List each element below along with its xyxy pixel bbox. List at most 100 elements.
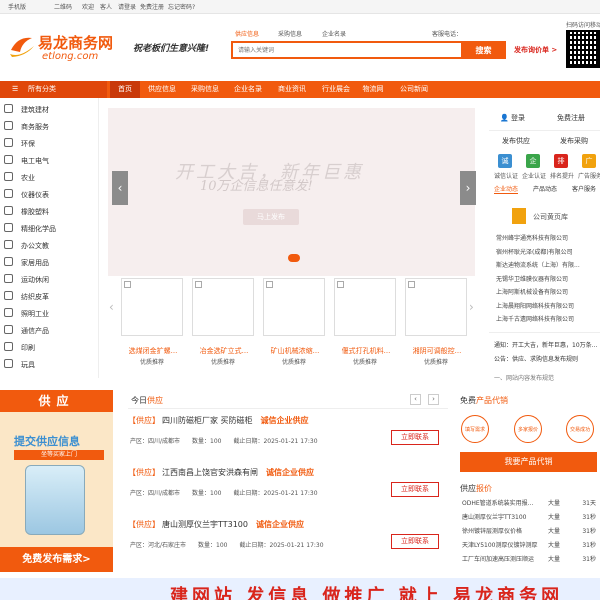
- right-register-button[interactable]: 免费注册: [557, 113, 585, 123]
- badge-icon[interactable]: 企: [526, 154, 540, 168]
- badge-label[interactable]: 排名提升: [550, 171, 574, 180]
- badge-icon[interactable]: 排: [554, 154, 568, 168]
- product-name[interactable]: 冶金选矿立式...: [194, 346, 254, 356]
- company-link[interactable]: 宿州杯耿光泽(成都)有限公司: [496, 247, 600, 256]
- sidebar-category-item[interactable]: 商务服务: [4, 119, 49, 136]
- sidebar-category-item[interactable]: 玩具: [4, 357, 35, 374]
- company-link[interactable]: 上海千古遗网络科技有限公司: [496, 314, 600, 323]
- product-image[interactable]: [263, 278, 325, 336]
- badge-label[interactable]: 企业认证: [522, 171, 546, 180]
- product-name[interactable]: 选煤闭金扩螺...: [123, 346, 183, 356]
- consign-button[interactable]: 我要产品代销: [460, 452, 597, 472]
- badge-label[interactable]: 广告服务: [578, 171, 600, 180]
- sidebar-category-item[interactable]: 印刷: [4, 340, 35, 357]
- quote-row[interactable]: 天津LY5100测厚仪镀锌测厚 大量 31秒: [462, 540, 598, 549]
- sidebar-category-item[interactable]: 照明工业: [4, 306, 49, 323]
- all-categories-button[interactable]: ☰ 所有分类: [0, 81, 107, 98]
- nav-home[interactable]: 首页: [110, 81, 140, 98]
- post-supply-button[interactable]: 发布供应: [502, 136, 530, 146]
- forgot-link[interactable]: 忘记密码?: [168, 2, 195, 11]
- company-link[interactable]: 上海晨翔阳网络科技有限公司: [496, 301, 600, 310]
- notice-item[interactable]: 一、网站内容发布规范: [494, 373, 600, 381]
- prev-page-button[interactable]: ‹: [410, 394, 421, 405]
- nav-logistics[interactable]: 物流网: [357, 81, 389, 98]
- register-link[interactable]: 免费注册: [140, 2, 164, 11]
- nav-company[interactable]: 企业名录: [228, 81, 268, 98]
- quote-row[interactable]: 徐州镀锌层测厚仪价格 大量 31秒: [462, 526, 598, 535]
- banner-indicator-dot[interactable]: [288, 254, 300, 262]
- login-link[interactable]: 请登录: [118, 2, 136, 11]
- badge-icon[interactable]: 广: [582, 154, 596, 168]
- products-next-arrow[interactable]: ›: [469, 300, 474, 314]
- nav-company-news[interactable]: 公司新闻: [394, 81, 434, 98]
- company-link[interactable]: 斯达迪物流系统（上海）有限...: [496, 260, 600, 269]
- sidebar-category-item[interactable]: 运动休闲: [4, 272, 49, 289]
- contact-button[interactable]: 立即联系: [391, 534, 439, 549]
- product-image[interactable]: [405, 278, 467, 336]
- nav-exhibition[interactable]: 行业展会: [316, 81, 356, 98]
- notice-item[interactable]: 公告：供应、求购信息发布规则: [494, 354, 600, 363]
- search-tab-company[interactable]: 企业名录: [322, 29, 346, 38]
- banner-prev-arrow[interactable]: ‹: [112, 171, 128, 205]
- banner-cta-button[interactable]: 马上发布: [243, 209, 299, 225]
- sidebar-category-item[interactable]: 仪器仪表: [4, 187, 49, 204]
- product-card[interactable]: 偃式打孔机料... 优质推荐: [334, 278, 396, 368]
- product-card[interactable]: 选煤闭金扩螺... 优质推荐: [121, 278, 183, 368]
- right-tab[interactable]: 客户服务: [572, 184, 596, 193]
- product-image[interactable]: [192, 278, 254, 336]
- supply-title[interactable]: 【供应】 唐山测厚仪兰宇TT3100 诚信企业供应: [128, 519, 304, 530]
- quote-row[interactable]: 唐山测厚仪兰宇TT3100 大量 31秒: [462, 512, 598, 521]
- bottom-ad-banner[interactable]: 建网站 发信息 做推广 就上 易龙商务网: [0, 578, 600, 600]
- sidebar-category-item[interactable]: 环保: [4, 136, 35, 153]
- sidebar-category-item[interactable]: 农业: [4, 170, 35, 187]
- product-image[interactable]: [121, 278, 183, 336]
- product-card[interactable]: 湘阴可调般控... 优质推荐: [405, 278, 467, 368]
- badge-icon[interactable]: 诚: [498, 154, 512, 168]
- right-tab[interactable]: 企业动态: [494, 184, 519, 194]
- nav-news[interactable]: 商业资讯: [272, 81, 312, 98]
- search-button[interactable]: 搜索: [461, 41, 506, 59]
- right-tab[interactable]: 产品动态: [533, 184, 557, 193]
- contact-button[interactable]: 立即联系: [391, 430, 439, 445]
- nav-purchase[interactable]: 采购信息: [185, 81, 225, 98]
- product-image[interactable]: [334, 278, 396, 336]
- product-name[interactable]: 偃式打孔机料...: [336, 346, 396, 356]
- sidebar-category-item[interactable]: 建筑建材: [4, 102, 49, 119]
- quote-row[interactable]: 工厂车间加速高压测压顺运 大量 31秒: [462, 554, 598, 563]
- product-name[interactable]: 矿山机械浓缩...: [265, 346, 325, 356]
- mobile-link[interactable]: 手机版: [8, 2, 26, 11]
- sidebar-category-item[interactable]: 电工电气: [4, 153, 49, 170]
- product-name[interactable]: 湘阴可调般控...: [407, 346, 467, 356]
- post-purchase-button[interactable]: 发布采购: [560, 136, 588, 146]
- banner-next-arrow[interactable]: ›: [460, 171, 476, 205]
- contact-button[interactable]: 立即联系: [391, 482, 439, 497]
- free-post-button[interactable]: 免费发布需求>: [0, 547, 113, 572]
- quote-row[interactable]: ODHE管道系统装实用报... 大量 31天: [462, 498, 598, 507]
- sidebar-category-item[interactable]: 家居用品: [4, 255, 49, 272]
- supply-title[interactable]: 【供应】 四川防磁柜厂家 买防磁柜 诚信企业供应: [128, 415, 309, 426]
- sidebar-category-item[interactable]: 橡胶塑料: [4, 204, 49, 221]
- badge-label[interactable]: 诚信认证: [494, 171, 518, 180]
- sidebar-category-item[interactable]: 精细化学品: [4, 221, 56, 238]
- product-card[interactable]: 矿山机械浓缩... 优质推荐: [263, 278, 325, 368]
- sidebar-category-item[interactable]: 通信产品: [4, 323, 49, 340]
- company-link[interactable]: 无锡华卫维膜仪器有限公司: [496, 274, 600, 283]
- search-tab-supply[interactable]: 供应信息: [235, 29, 259, 38]
- logo[interactable]: 易龙商务网 etlong.com 祝老板们生意兴隆!: [8, 28, 218, 68]
- company-link[interactable]: 常州峰宇通亮科技有限公司: [496, 233, 600, 242]
- sidebar-category-item[interactable]: 纺织皮革: [4, 289, 49, 306]
- supply-title[interactable]: 【供应】 江西南昌上饶官安洪森有闸 诚信企业供应: [128, 467, 314, 478]
- company-link[interactable]: 上海阿斯机械设备有限公司: [496, 287, 600, 296]
- nav-supply[interactable]: 供应信息: [142, 81, 182, 98]
- next-page-button[interactable]: ›: [428, 394, 439, 405]
- sidebar-category-item[interactable]: 办公文教: [4, 238, 49, 255]
- right-login-button[interactable]: 👤 登录: [500, 113, 525, 123]
- search-input[interactable]: [231, 41, 461, 59]
- products-prev-arrow[interactable]: ‹: [109, 300, 114, 314]
- product-card[interactable]: 冶金选矿立式... 优质推荐: [192, 278, 254, 368]
- search-tab-purchase[interactable]: 采购信息: [278, 29, 302, 38]
- qrcode-link[interactable]: 二维码: [54, 2, 72, 11]
- post-inquiry-link[interactable]: 发布询价单 >: [514, 45, 557, 55]
- supply-ad-panel[interactable]: 供应 提交供应信息 坐等买家上门 免费发布需求>: [0, 390, 113, 572]
- notice-item[interactable]: 通知：开工大吉，新年巨惠，10万条...: [494, 340, 600, 349]
